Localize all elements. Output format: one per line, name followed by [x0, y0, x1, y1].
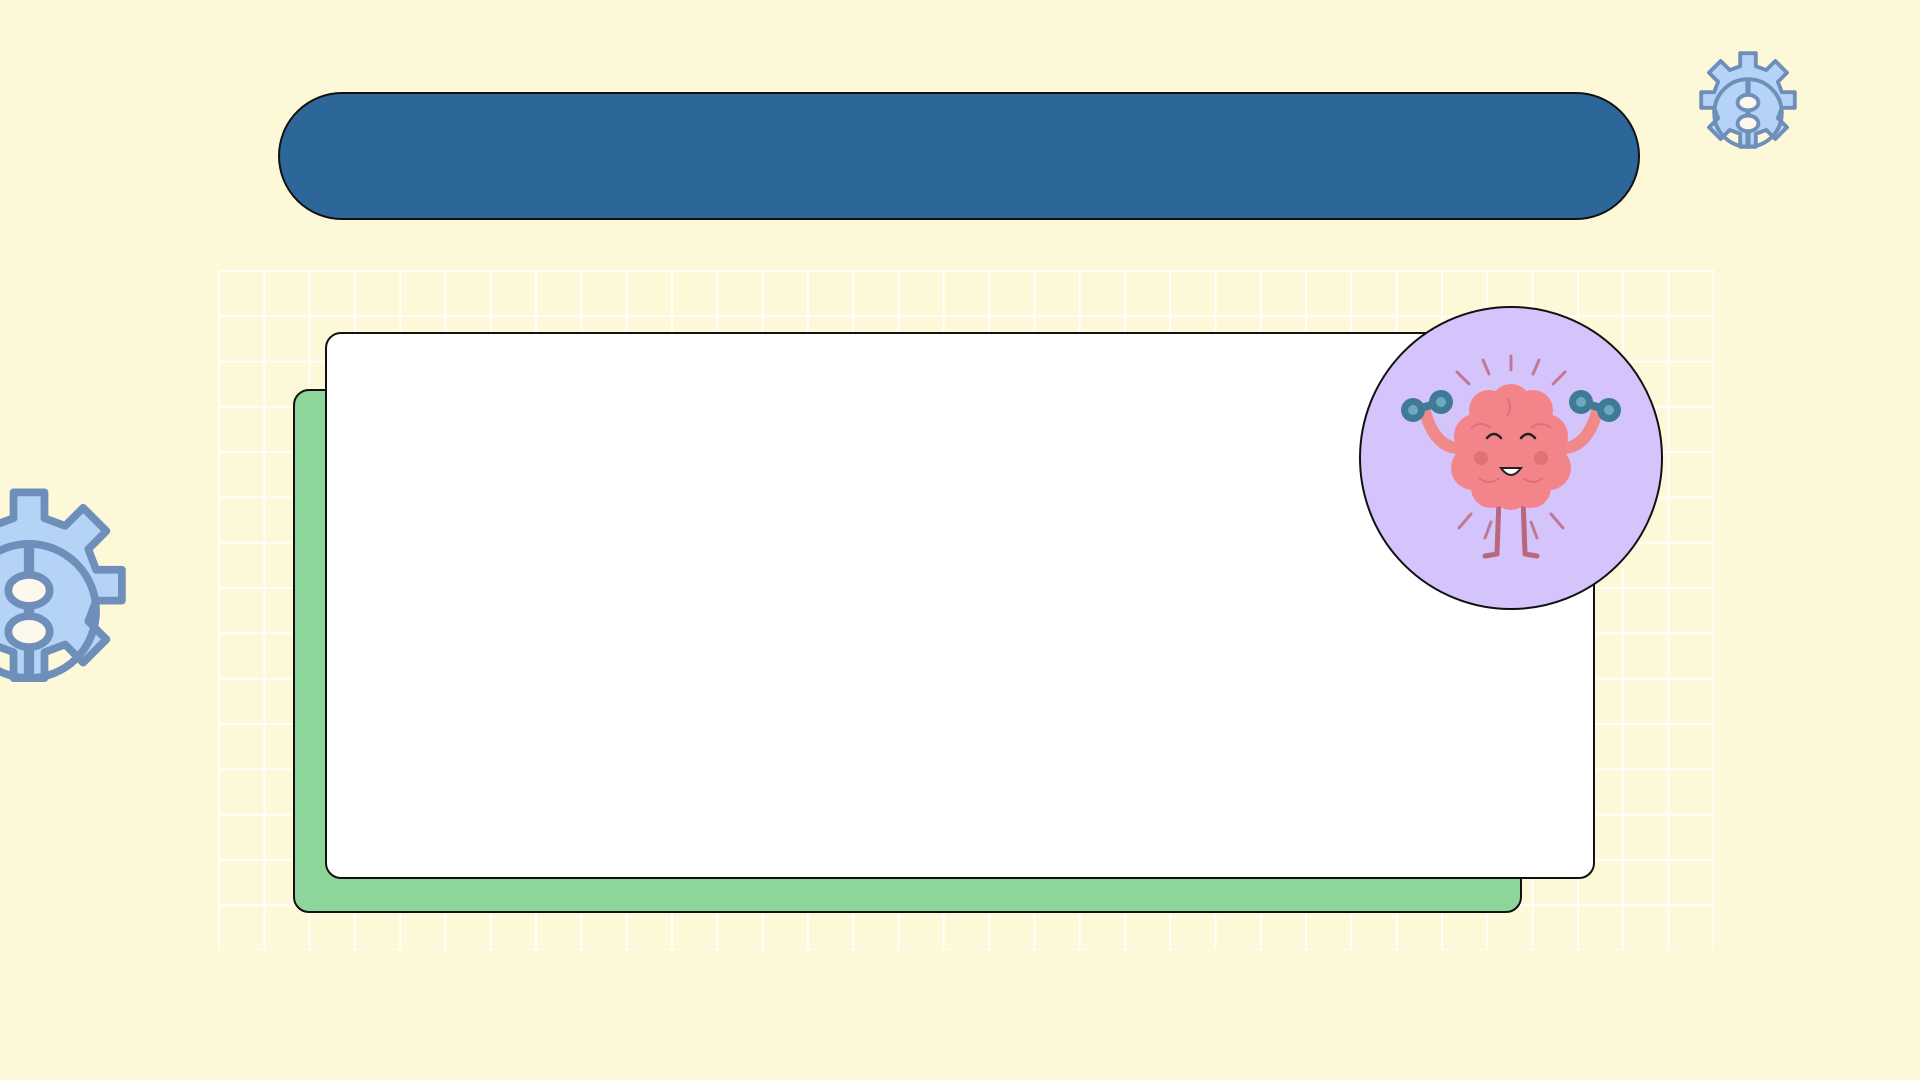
gear-bone-icon [1699, 51, 1797, 149]
slide [0, 0, 1920, 1080]
brain-dumbbell-icon [1401, 354, 1621, 559]
gear-bone-icon-large [0, 488, 126, 682]
title-banner [278, 92, 1640, 220]
brain-badge [1359, 306, 1663, 610]
